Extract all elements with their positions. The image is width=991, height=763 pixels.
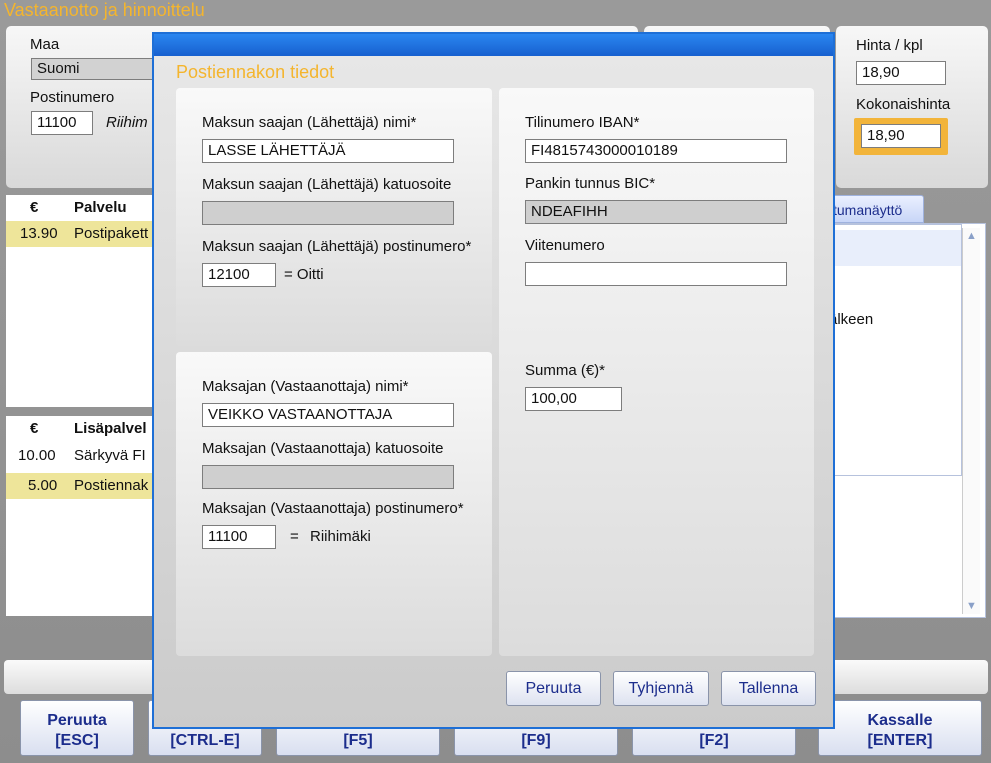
sender-city-text: = Oitti [284,266,324,283]
column-header: Palvelu [74,199,127,216]
reference-field[interactable] [525,262,787,286]
sender-name-field[interactable]: LASSE LÄHETTÄJÄ [202,139,454,163]
payer-zip-field[interactable]: 11100 [202,525,276,549]
maa-label: Maa [30,36,60,53]
payer-section: Maksajan (Vastaanottaja) nimi* VEIKKO VA… [176,352,492,656]
price-cell: 10.00 [18,447,56,464]
table-header: € Palvelu [6,195,154,221]
sender-zip-label: Maksun saajan (Lähettäjä) postinumero* [202,238,472,255]
dialog-title: Postiennakon tiedot [176,62,335,82]
sender-street-label: Maksun saajan (Lähettäjä) katuosoite [202,176,452,193]
cancel-esc-button[interactable]: Peruuta [ESC] [20,700,134,756]
table-row[interactable]: 10.00 Särkyvä FI [6,443,154,469]
table-row[interactable]: 5.00 Postiennak [6,473,154,499]
window-title: Vastaanotto ja hinnoittelu [4,0,205,20]
payer-name-field[interactable]: VEIKKO VASTAANOTTAJA [202,403,454,427]
extras-table: € Lisäpalvel 10.00 Särkyvä FI 5.00 Posti… [6,416,154,616]
cod-dialog: Postiennakon tiedot Maksun saajan (Lähet… [152,32,835,729]
column-header: € [30,199,39,216]
kokonaishinta-field[interactable]: 18,90 [861,124,941,148]
price-panel: Hinta / kpl 18,90 Kokonaishinta [836,26,988,188]
hinta-field[interactable]: 18,90 [856,61,946,85]
sum-field[interactable]: 100,00 [525,387,622,411]
kassalle-enter-button[interactable]: Kassalle [ENTER] [818,700,982,756]
reference-label: Viitenumero [525,237,605,254]
sender-section: Maksun saajan (Lähettäjä) nimi* LASSE LÄ… [176,88,492,346]
column-header: € [30,420,39,437]
payer-city-text: Riihimäki [310,528,371,545]
payer-name-label: Maksajan (Vastaanottaja) nimi* [202,378,409,395]
service-cell: Särkyvä FI [74,447,146,464]
tab-tapahtumanaytto[interactable]: tumanäyttö [826,195,924,223]
save-button[interactable]: Tallenna [721,671,816,706]
table-header: € Lisäpalvel [6,416,154,442]
table-row[interactable]: 13.90 Postipakett [6,221,154,247]
sender-name-label: Maksun saajan (Lähettäjä) nimi* [202,114,417,131]
sum-label: Summa (€)* [525,362,606,379]
payer-street-label: Maksajan (Vastaanottaja) katuosoite [202,440,444,457]
bic-label: Pankin tunnus BIC* [525,175,656,192]
payer-city-eq: = [290,528,299,545]
iban-field[interactable]: FI4815743000010189 [525,139,787,163]
service-cell: Postipakett [74,225,149,242]
price-cell: 13.90 [20,225,58,242]
vertical-scrollbar[interactable]: ▲ ▼ [962,228,980,614]
postinumero-field[interactable]: 11100 [31,111,93,135]
scroll-down-icon[interactable]: ▼ [966,600,977,612]
hinta-label: Hinta / kpl [856,37,923,54]
payer-street-field[interactable] [202,465,454,489]
bic-field[interactable]: NDEAFIHH [525,200,787,224]
dialog-title-bar[interactable] [154,34,833,56]
payer-zip-label: Maksajan (Vastaanottaja) postinumero* [202,500,464,517]
cancel-button[interactable]: Peruuta [506,671,601,706]
postinumero-label: Postinumero [30,89,115,106]
city-text: Riihim [106,114,148,131]
sender-zip-field[interactable]: 12100 [202,263,276,287]
kokonaishinta-label: Kokonaishinta [856,96,951,113]
column-header: Lisäpalvel [74,420,147,437]
sender-street-field[interactable] [202,201,454,225]
scroll-up-icon[interactable]: ▲ [966,230,977,242]
clear-button[interactable]: Tyhjennä [613,671,709,706]
iban-label: Tilinumero IBAN* [525,114,640,131]
price-cell: 5.00 [28,477,58,494]
service-cell: Postiennak [74,477,149,494]
bank-section: Tilinumero IBAN* FI4815743000010189 Pank… [499,88,814,656]
services-table: € Palvelu 13.90 Postipakett [6,195,154,407]
